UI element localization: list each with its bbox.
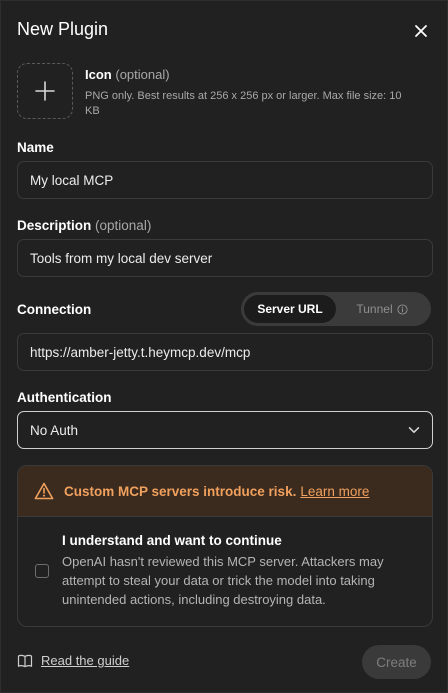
chevron-down-icon [408, 427, 420, 433]
consent-checkbox[interactable] [35, 564, 49, 578]
server-url-value: https://amber-jetty.t.heymcp.dev/mcp [30, 344, 251, 360]
server-url-label: Server URL [257, 302, 323, 316]
new-plugin-dialog: New Plugin Icon (optional) PNG only. Bes… [0, 0, 448, 693]
description-optional-text: (optional) [95, 218, 152, 233]
icon-upload-label: Icon (optional) [85, 67, 170, 82]
connection-label: Connection [17, 302, 92, 317]
close-button[interactable] [409, 19, 433, 43]
name-label: Name [17, 140, 54, 155]
risk-warning-card: Custom MCP servers introduce risk. Learn… [17, 465, 433, 627]
learn-more-link[interactable]: Learn more [300, 484, 369, 499]
icon-upload-button[interactable] [17, 63, 73, 119]
info-icon [397, 303, 408, 315]
create-button[interactable]: Create [362, 645, 431, 679]
warning-triangle-icon [34, 482, 54, 500]
risk-warning-banner: Custom MCP servers introduce risk. Learn… [18, 466, 432, 517]
authentication-value: No Auth [30, 422, 79, 438]
read-guide-text: Read the guide [41, 653, 130, 668]
consent-section: I understand and want to continue OpenAI… [18, 517, 432, 609]
plus-icon [35, 81, 55, 101]
server-url-input[interactable]: https://amber-jetty.t.heymcp.dev/mcp [17, 333, 433, 371]
dialog-title: New Plugin [17, 19, 109, 39]
name-input[interactable]: My local MCP [17, 161, 433, 199]
authentication-label: Authentication [17, 390, 112, 405]
icon-help-text: PNG only. Best results at 256 x 256 px o… [85, 90, 402, 117]
server-url-option[interactable]: Server URL [244, 295, 336, 323]
icon-optional-text: (optional) [115, 67, 170, 82]
tunnel-option[interactable]: Tunnel [336, 295, 428, 323]
connection-toggle: Server URL Tunnel [241, 292, 431, 326]
description-label-text: Description [17, 218, 92, 233]
book-icon [17, 654, 33, 667]
authentication-select[interactable]: No Auth [17, 411, 433, 449]
risk-warning-message: Custom MCP servers introduce risk. [64, 483, 297, 499]
read-guide-link[interactable]: Read the guide [17, 653, 129, 668]
description-input[interactable]: Tools from my local dev server [17, 239, 433, 277]
consent-text: OpenAI hasn't reviewed this MCP server. … [62, 554, 384, 607]
tunnel-label: Tunnel [356, 302, 393, 316]
close-icon [415, 25, 427, 37]
description-input-value: Tools from my local dev server [30, 250, 213, 266]
consent-title: I understand and want to continue [62, 533, 282, 548]
description-label: Description (optional) [17, 218, 151, 233]
name-input-value: My local MCP [30, 172, 114, 188]
icon-label-text: Icon [85, 67, 112, 82]
